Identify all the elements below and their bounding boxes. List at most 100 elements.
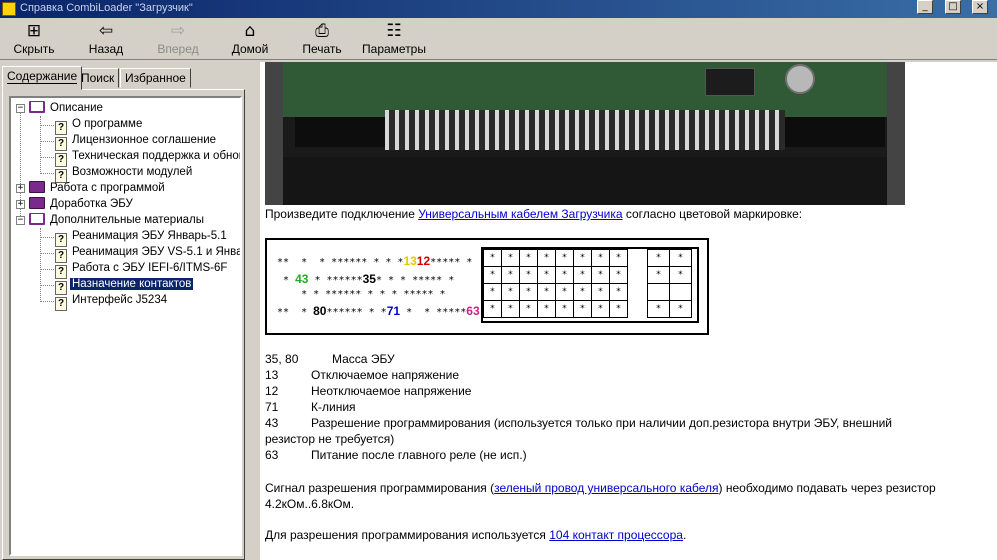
tree-label: Возможности модулей <box>72 166 193 178</box>
pin-80-label: 80 <box>313 304 327 318</box>
connector-pin: * <box>519 300 538 318</box>
pin-row-2: * 43 * ******35* * * ***** * <box>277 272 455 286</box>
forward-button[interactable]: ⇨ Вперед <box>152 20 204 58</box>
hide-icon: ⊞ <box>26 21 42 41</box>
pin-12-label: 12 <box>416 254 431 268</box>
connector-pin: * <box>669 249 692 267</box>
connector-pin: * <box>555 283 574 301</box>
options-button[interactable]: ☷ Параметры <box>360 20 428 58</box>
tree-book-ecu-mod[interactable]: Доработка ЭБУ <box>29 196 135 212</box>
connector-pin: * <box>647 300 670 318</box>
tree-topic-support[interactable]: ? Техническая поддержка и обновл <box>55 148 240 167</box>
tab-contents-label: Содержание <box>7 69 78 84</box>
print-button[interactable]: ⎙ Печать <box>296 20 348 58</box>
tree-label: Реанимация ЭБУ Январь-5.1 <box>72 230 227 242</box>
forward-arrow-icon: ⇨ <box>170 21 186 41</box>
close-button[interactable]: × <box>972 0 988 14</box>
connector-pin: * <box>669 266 692 284</box>
connector-pin: * <box>669 300 692 318</box>
connector-pin: * <box>555 249 574 267</box>
cpu-pin-104-link[interactable]: 104 контакт процессора <box>549 528 683 542</box>
legend-code: 12 <box>265 384 279 398</box>
legend-desc: Отключаемое напряжение <box>311 368 460 382</box>
tree-label: Назначение контактов <box>70 278 194 290</box>
connector-pin: * <box>519 266 538 284</box>
collapse-toggle[interactable]: − <box>16 104 25 113</box>
universal-cable-link[interactable]: Универсальным кабелем Загрузчика <box>418 207 622 221</box>
legend-code: 13 <box>265 368 279 382</box>
print-label: Печать <box>302 42 342 56</box>
tree-book-description[interactable]: Описание <box>29 100 105 116</box>
help-topic-icon: ? <box>55 297 67 311</box>
tab-favorites[interactable]: Избранное <box>120 68 191 88</box>
tree-topic-license[interactable]: ? Лицензионное соглашение <box>55 132 218 151</box>
hide-label: Скрыть <box>13 42 55 56</box>
forward-label: Вперед <box>157 42 199 56</box>
enable-text: Для разрешения программирования использу… <box>265 528 550 542</box>
minimize-button[interactable]: _ <box>917 0 933 14</box>
signal-paragraph: Сигнал разрешения программирования (зеле… <box>265 481 936 495</box>
tree-label: Описание <box>50 102 103 114</box>
tree-label: Интерфейс J5234 <box>72 294 168 306</box>
tree-topic-pinout[interactable]: ? Назначение контактов <box>55 276 194 295</box>
collapse-toggle[interactable]: − <box>16 216 25 225</box>
green-wire-link[interactable]: зеленый провод универсального кабеля <box>494 481 718 495</box>
legend-code: 71 <box>265 400 279 414</box>
print-icon: ⎙ <box>315 21 329 41</box>
pin-13-label: 13 <box>403 254 417 268</box>
tree-topic-j5234[interactable]: ? Интерфейс J5234 <box>55 292 169 311</box>
connector-pin: * <box>609 300 628 318</box>
connector-grid: * * * * * * * * * * * * * * * * * * * * * * * * * * * * * * * * * * * * * * <box>481 247 699 323</box>
book-open-icon <box>29 101 45 113</box>
legend-desc: Питание после главного реле (не исп.) <box>311 448 527 462</box>
signal-text-end: ) необходимо подавать через резистор <box>718 481 936 495</box>
expand-toggle[interactable]: + <box>16 200 25 209</box>
tree-label: О программе <box>72 118 143 130</box>
tree-topic-about[interactable]: ? О программе <box>55 116 144 135</box>
tab-search[interactable]: Поиск <box>76 68 120 88</box>
expand-toggle[interactable]: + <box>16 184 25 193</box>
pane-splitter[interactable] <box>247 62 260 560</box>
tab-contents[interactable]: Содержание <box>2 66 83 90</box>
connector-pin: * <box>501 283 520 301</box>
pin-diagram: ** * * ****** * * *1312***** * * 43 * **… <box>265 238 709 335</box>
hide-button[interactable]: ⊞ Скрыть <box>8 20 60 58</box>
ecu-connector-photo <box>265 62 905 205</box>
tree-topic-january[interactable]: ? Реанимация ЭБУ Январь-5.1 <box>55 228 229 247</box>
app-icon <box>2 2 16 16</box>
tree-label: Дополнительные материалы <box>50 214 205 226</box>
contents-tree[interactable]: − Описание ? О программе ? Лицензионное со… <box>9 96 242 556</box>
tree-book-working[interactable]: Работа с программой <box>29 180 167 196</box>
tree-book-extra[interactable]: Дополнительные материалы <box>29 212 206 228</box>
pin-row-1: ** * * ****** * * *1312***** * <box>277 254 473 268</box>
connector-pin: * <box>573 283 592 301</box>
tab-search-label: Поиск <box>81 71 115 85</box>
connector-pin: * <box>501 266 520 284</box>
connector-grid-side: * * * * * * <box>647 249 692 318</box>
legend-desc: Неотключаемое напряжение <box>311 384 472 398</box>
maximize-button[interactable]: □ <box>945 0 961 14</box>
connector-pin: * <box>537 283 556 301</box>
tree-topic-vs51[interactable]: ? Реанимация ЭБУ VS-5.1 и Январь <box>55 244 240 263</box>
enable-text-end: . <box>682 528 687 542</box>
connector-pin: * <box>573 249 592 267</box>
home-button[interactable]: ⌂ Домой <box>226 20 274 58</box>
options-icon: ☷ <box>386 21 402 41</box>
tree-label: Работа с ЭБУ IEFI-6/ITMS-6F <box>72 262 228 274</box>
legend-desc: резистор не требуется) <box>265 432 395 446</box>
pin-63-label: 63 <box>466 304 480 318</box>
back-button[interactable]: ⇦ Назад <box>82 20 130 58</box>
window-title: Справка CombiLoader "Загрузчик" <box>20 2 193 14</box>
tree-topic-iefi[interactable]: ? Работа с ЭБУ IEFI-6/ITMS-6F <box>55 260 229 279</box>
tree-label: Работа с программой <box>50 182 165 194</box>
title-bar[interactable]: Справка CombiLoader "Загрузчик" _ □ × <box>0 0 997 18</box>
legend-desc: Масса ЭБУ <box>332 352 395 366</box>
tree-topic-features[interactable]: ? Возможности модулей <box>55 164 194 183</box>
connector-pin: * <box>555 300 574 318</box>
connector-pin: * <box>591 266 610 284</box>
connector-pin <box>669 283 692 301</box>
connector-pin: * <box>537 266 556 284</box>
connector-pin: * <box>609 266 628 284</box>
connector-pin: * <box>609 283 628 301</box>
options-label: Параметры <box>362 42 426 56</box>
